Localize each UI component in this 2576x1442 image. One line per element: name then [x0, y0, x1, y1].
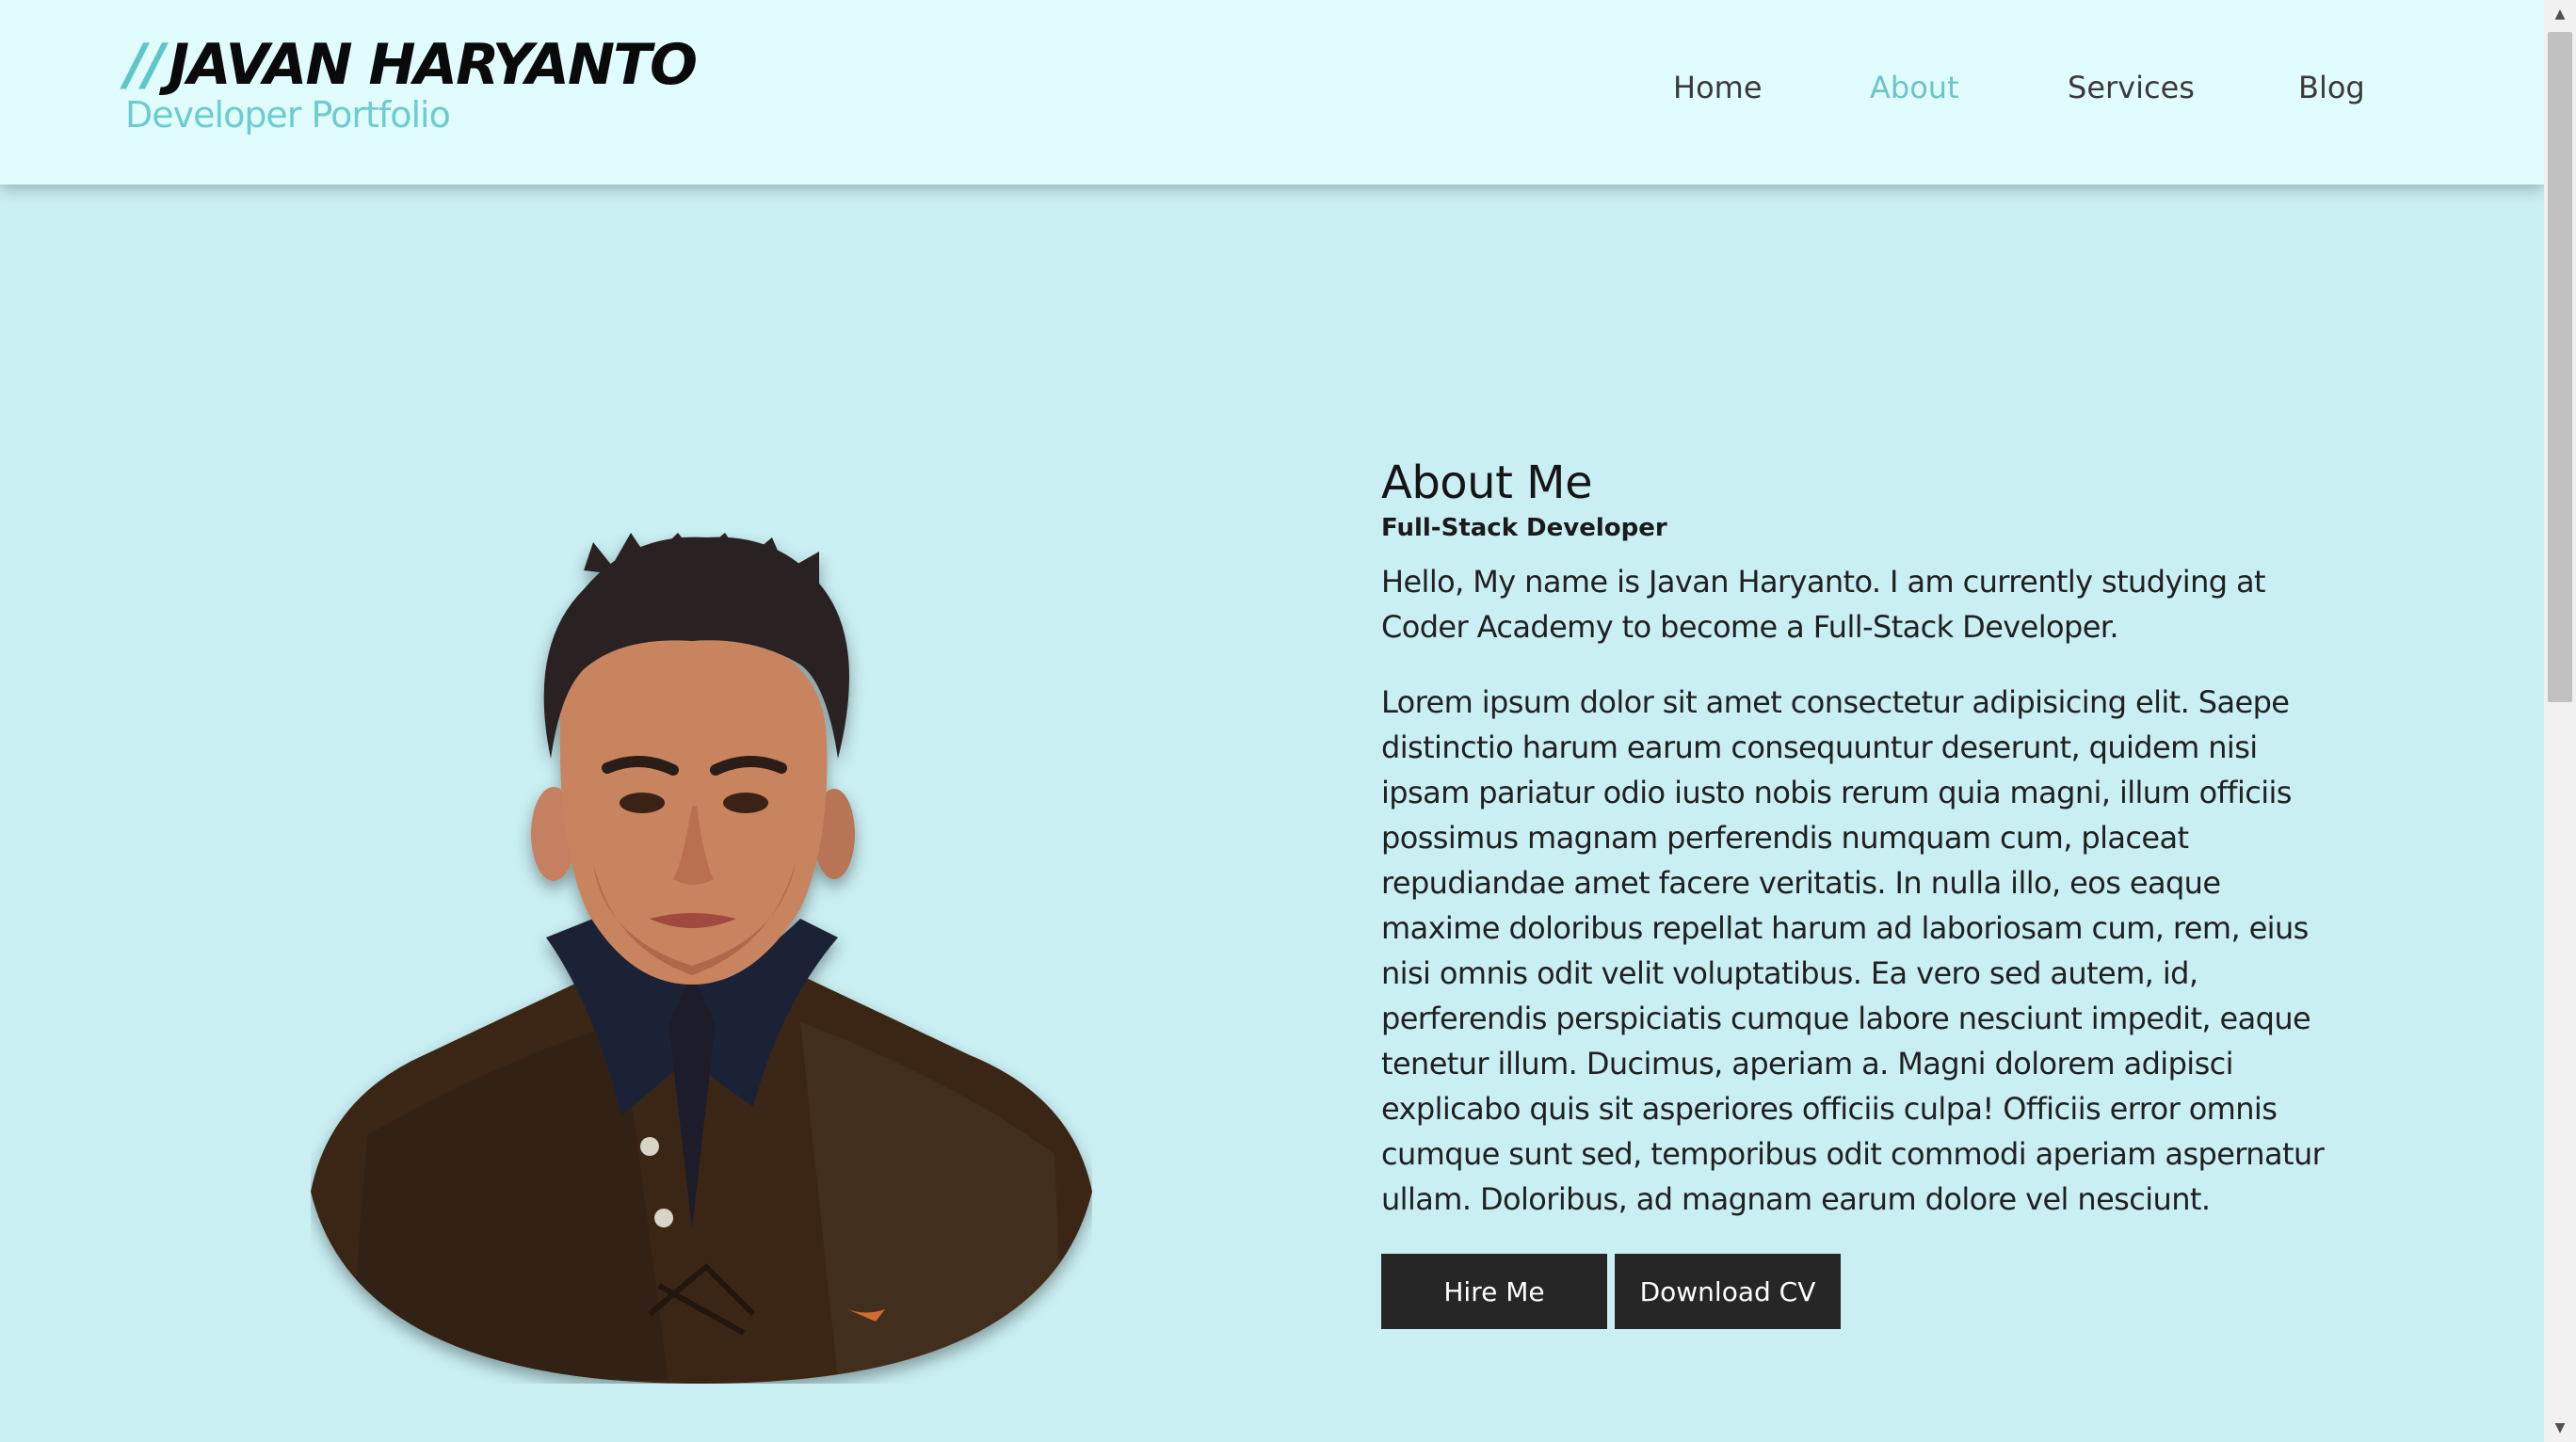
about-subtitle: Full-Stack Developer — [1381, 514, 1667, 542]
about-section: About Me Full-Stack Developer Hello, My … — [1381, 456, 2342, 1329]
vertical-scrollbar[interactable]: ▲ ▼ — [2544, 0, 2576, 1442]
about-body: Lorem ipsum dolor sit amet consectetur a… — [1381, 684, 2325, 1217]
about-intro: Hello, My name is Javan Haryanto. I am c… — [1381, 564, 2266, 645]
about-actions: Hire Me Download CV — [1381, 1254, 2342, 1329]
nav-about[interactable]: About — [1870, 70, 1959, 105]
hire-me-button[interactable]: Hire Me — [1381, 1254, 1607, 1329]
nav-services[interactable]: Services — [2068, 70, 2195, 105]
profile-portrait — [311, 533, 1092, 1384]
main-nav: Home About Services Blog — [0, 70, 2544, 115]
download-cv-button[interactable]: Download CV — [1615, 1254, 1841, 1329]
scroll-thumb[interactable] — [2548, 32, 2572, 702]
scroll-up-icon[interactable]: ▲ — [2544, 0, 2576, 28]
nav-blog[interactable]: Blog — [2298, 70, 2365, 105]
page: // JAVAN HARYANTO Developer Portfolio Ho… — [0, 0, 2576, 1442]
nav-home[interactable]: Home — [1673, 70, 1763, 105]
site-header: // JAVAN HARYANTO Developer Portfolio Ho… — [0, 0, 2544, 184]
scroll-down-icon[interactable]: ▼ — [2544, 1414, 2576, 1442]
about-title: About Me — [1381, 457, 1593, 509]
